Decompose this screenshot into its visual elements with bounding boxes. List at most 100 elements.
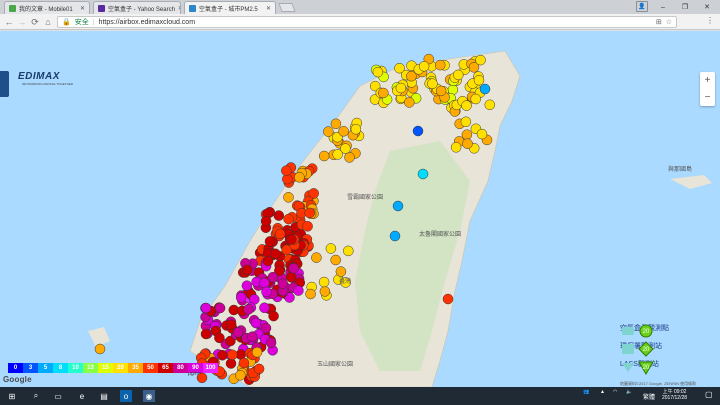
- sensor-marker[interactable]: [260, 322, 272, 334]
- sensor-marker[interactable]: [262, 255, 274, 267]
- sensor-marker[interactable]: [283, 192, 294, 203]
- maximize-button[interactable]: ❐: [674, 0, 696, 14]
- task-view-icon[interactable]: ▭: [52, 390, 64, 402]
- edge-icon[interactable]: e: [76, 390, 88, 402]
- translate-icon[interactable]: ⊞: [656, 18, 662, 26]
- sensor-marker[interactable]: [350, 123, 362, 135]
- sensor-marker[interactable]: [281, 165, 292, 176]
- sensor-marker[interactable]: [392, 200, 404, 212]
- outlook-icon[interactable]: o: [120, 390, 132, 402]
- sensor-marker[interactable]: [335, 266, 347, 277]
- sensor-marker[interactable]: [238, 357, 250, 369]
- sensor-marker[interactable]: [427, 78, 438, 89]
- sensor-marker[interactable]: [267, 271, 279, 283]
- sensor-marker[interactable]: [330, 118, 342, 130]
- sensor-marker[interactable]: [241, 264, 253, 276]
- sensor-marker[interactable]: [246, 331, 258, 343]
- sensor-marker[interactable]: [214, 302, 226, 314]
- sensor-marker[interactable]: [323, 126, 334, 137]
- sensor-marker[interactable]: [319, 286, 331, 297]
- forward-button[interactable]: →: [16, 16, 28, 28]
- sensor-marker[interactable]: [293, 285, 304, 296]
- tab-airbox[interactable]: 空氣盒子 - 城市PM2.5 ✕: [184, 1, 276, 14]
- sensor-marker[interactable]: [453, 69, 464, 81]
- new-tab-button[interactable]: [278, 3, 296, 12]
- sensor-marker[interactable]: [288, 263, 299, 274]
- sensor-marker[interactable]: [473, 74, 485, 86]
- sensor-marker[interactable]: [479, 83, 491, 95]
- sensor-marker[interactable]: [227, 349, 238, 361]
- sensor-marker[interactable]: [461, 100, 472, 111]
- windows-start-icon[interactable]: ⊞: [6, 390, 18, 402]
- close-window-button[interactable]: ✕: [696, 0, 718, 14]
- side-panel-tab[interactable]: [0, 71, 9, 97]
- sensor-marker[interactable]: [241, 280, 253, 291]
- sensor-marker[interactable]: [250, 317, 262, 329]
- sensor-marker[interactable]: [318, 276, 330, 288]
- sensor-marker[interactable]: [447, 84, 459, 95]
- sensor-marker[interactable]: [418, 61, 430, 72]
- sensor-marker[interactable]: [264, 236, 276, 247]
- clock[interactable]: 上午 09:02 2017/12/28: [662, 389, 687, 401]
- sensor-marker[interactable]: [330, 254, 341, 266]
- sensor-marker[interactable]: [235, 370, 246, 381]
- people-icon[interactable]: 👥: [583, 389, 589, 395]
- profile-icon[interactable]: 👤: [636, 1, 648, 12]
- sensor-marker[interactable]: [470, 93, 481, 105]
- sensor-marker[interactable]: [305, 288, 316, 300]
- sensor-marker[interactable]: [214, 332, 225, 344]
- sensor-marker[interactable]: [294, 172, 305, 183]
- sensor-marker[interactable]: [286, 234, 297, 245]
- address-bar[interactable]: 🔒 安全 | https://airbox.edimaxcloud.com ⊞ …: [57, 16, 677, 28]
- sensor-marker[interactable]: [460, 116, 472, 128]
- sensor-marker[interactable]: [94, 343, 106, 355]
- sensor-marker[interactable]: [338, 126, 349, 137]
- sensor-marker[interactable]: [277, 278, 289, 289]
- sensor-marker[interactable]: [475, 54, 486, 66]
- sensor-marker[interactable]: [200, 302, 212, 314]
- sensor-marker[interactable]: [253, 363, 265, 375]
- tab-yahoo[interactable]: 空氣盒子 - Yahoo Search ✕: [93, 1, 181, 14]
- zoom-in-button[interactable]: +: [705, 75, 711, 86]
- sensor-marker[interactable]: [404, 97, 415, 108]
- zoom-out-button[interactable]: −: [705, 92, 711, 103]
- sensor-marker[interactable]: [394, 62, 405, 74]
- sensor-marker[interactable]: [302, 221, 313, 232]
- sensor-marker[interactable]: [265, 337, 277, 349]
- sensor-marker[interactable]: [304, 207, 315, 219]
- close-tab-icon[interactable]: ✕: [266, 5, 271, 12]
- file-explorer-icon[interactable]: ▤: [98, 390, 110, 402]
- sensor-marker[interactable]: [484, 99, 496, 111]
- sensor-marker[interactable]: [417, 168, 429, 180]
- sensor-marker[interactable]: [318, 150, 330, 162]
- sensor-marker[interactable]: [311, 252, 322, 263]
- map-canvas[interactable]: 雪霸國家公園 太魯閣國家公園 臺灣 玉山國家公園 與那國島 EDIMAX NETWORK…: [0, 31, 720, 387]
- sensor-marker[interactable]: [235, 292, 247, 303]
- sensor-marker[interactable]: [283, 213, 294, 225]
- sensor-marker[interactable]: [243, 304, 254, 315]
- volume-icon[interactable]: 🔈: [626, 389, 632, 395]
- sensor-marker[interactable]: [260, 215, 272, 227]
- sensor-marker[interactable]: [332, 149, 343, 160]
- chrome-icon[interactable]: ◉: [143, 390, 155, 402]
- browser-menu-button[interactable]: ⋮: [706, 16, 714, 25]
- notification-icon[interactable]: ▢: [705, 390, 713, 399]
- sensor-marker[interactable]: [476, 128, 488, 140]
- sensor-marker[interactable]: [344, 152, 355, 163]
- sensor-marker[interactable]: [225, 319, 237, 330]
- bookmark-star-icon[interactable]: ☆: [666, 18, 672, 26]
- sensor-marker[interactable]: [343, 245, 354, 257]
- reload-button[interactable]: ⟳: [29, 16, 41, 28]
- sensor-marker[interactable]: [412, 125, 424, 137]
- close-tab-icon[interactable]: ✕: [80, 5, 85, 12]
- sensor-marker[interactable]: [434, 59, 446, 71]
- sensor-marker[interactable]: [200, 328, 212, 340]
- sensor-marker[interactable]: [462, 138, 473, 149]
- zoom-control[interactable]: + −: [700, 72, 715, 106]
- sensor-marker[interactable]: [270, 248, 281, 260]
- sensor-marker[interactable]: [372, 66, 384, 78]
- sensor-marker[interactable]: [225, 358, 237, 369]
- home-button[interactable]: ⌂: [42, 16, 54, 28]
- sensor-marker[interactable]: [259, 302, 270, 314]
- sensor-marker[interactable]: [274, 228, 286, 240]
